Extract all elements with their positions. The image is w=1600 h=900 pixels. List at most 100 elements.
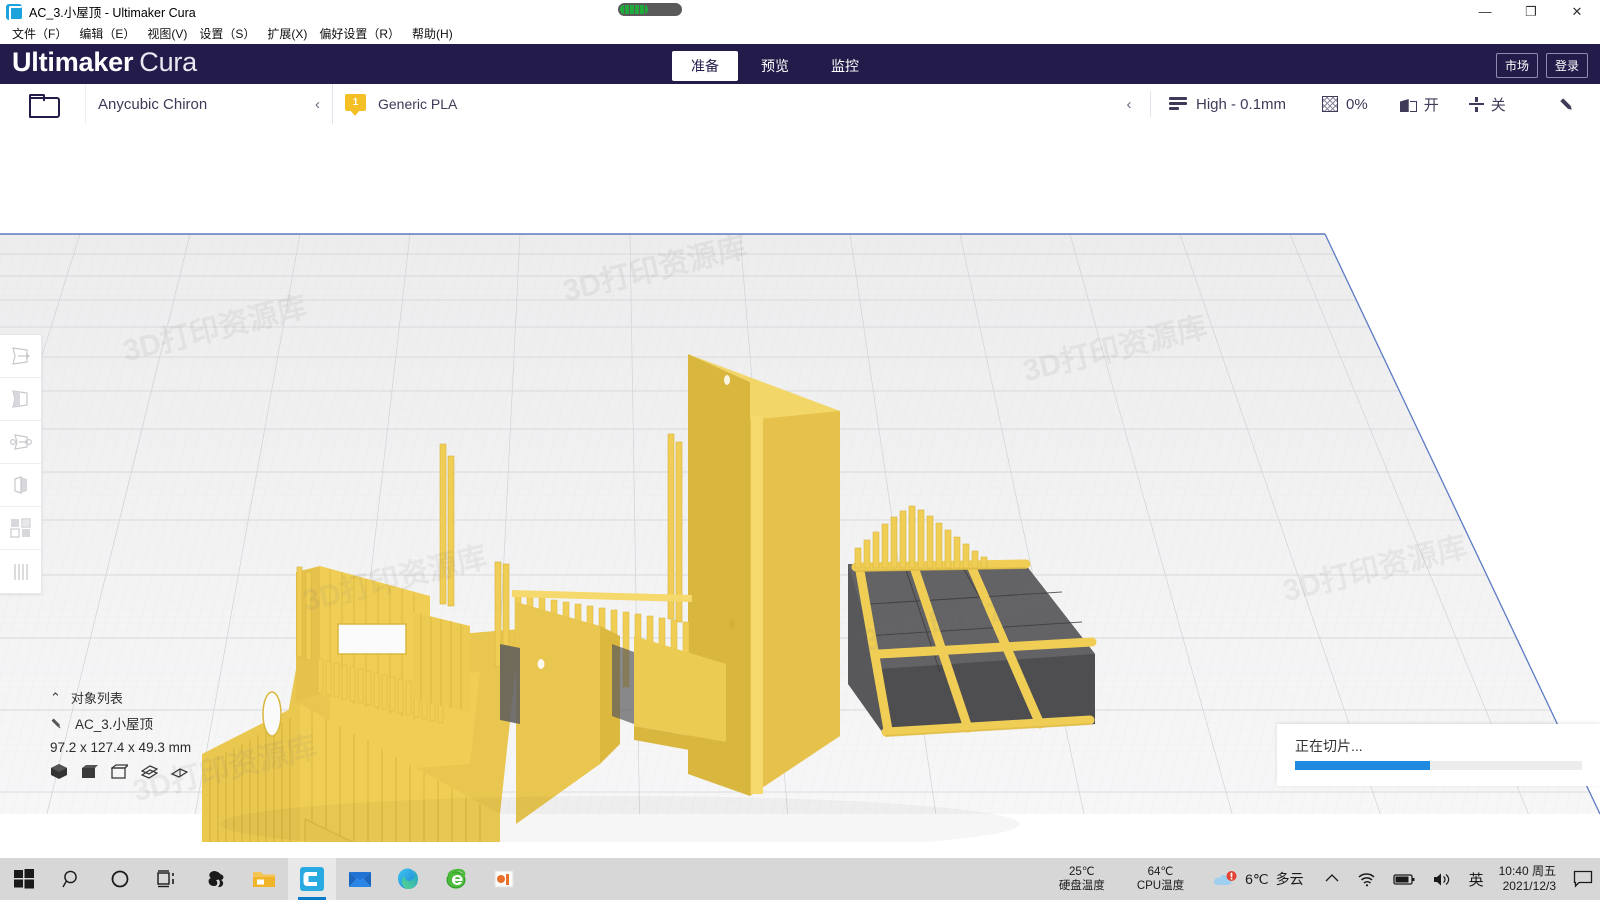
app-mail[interactable]: [336, 858, 384, 900]
menu-extensions[interactable]: 扩展(X): [261, 23, 313, 44]
disk-temp-value: 25℃: [1068, 866, 1095, 878]
layer-height-icon: [1169, 97, 1187, 111]
menu-preferences[interactable]: 偏好设置（R）: [313, 23, 406, 44]
internet-explorer-icon: [446, 868, 466, 889]
app-edge[interactable]: [384, 858, 432, 900]
app-sogou[interactable]: [192, 858, 240, 900]
flat-view-icon[interactable]: [81, 764, 98, 780]
infill-setting[interactable]: 0%: [1286, 96, 1368, 113]
support-blocker-icon: [13, 563, 28, 580]
per-model-settings-icon: [9, 518, 31, 538]
ime-indicator[interactable]: 英: [1460, 869, 1493, 890]
open-file-button[interactable]: [0, 84, 85, 124]
ime-label: 英: [1468, 871, 1484, 889]
edge-icon: [398, 868, 418, 889]
cortana-button[interactable]: [96, 858, 144, 900]
infill-value: 0%: [1346, 95, 1368, 113]
app-ie[interactable]: [432, 858, 480, 900]
support-blocker-tool[interactable]: [0, 550, 41, 593]
menu-view[interactable]: 视图(V): [141, 23, 193, 44]
menu-help[interactable]: 帮助(H): [406, 23, 459, 44]
chevron-up-icon: ⌃: [50, 689, 61, 705]
volume-button[interactable]: [1424, 872, 1460, 887]
slicing-status-text: 正在切片...: [1295, 738, 1363, 754]
marketplace-button[interactable]: 市场: [1495, 53, 1538, 78]
object-list-title: 对象列表: [70, 691, 123, 706]
print-settings-bar: ‹ High - 0.1mm 0% 开 关: [1108, 84, 1600, 124]
clock[interactable]: 10:40 周五 2021/12/3: [1493, 864, 1566, 894]
object-list-header[interactable]: ⌃ 对象列表: [50, 688, 310, 707]
support-value: 开: [1423, 96, 1439, 114]
scale-tool-icon: [11, 390, 28, 408]
custom-settings-button[interactable]: [1558, 96, 1600, 112]
mirror-tool[interactable]: [0, 464, 41, 507]
object-list-item[interactable]: AC_3.小屋顶: [50, 713, 310, 733]
layer-view-icon[interactable]: [141, 764, 158, 780]
object-name: AC_3.小屋顶: [75, 717, 154, 732]
printer-selector[interactable]: Anycubic Chiron ‹: [85, 84, 332, 124]
window-controls: — ❐ ✕: [1462, 0, 1600, 23]
rotate-tool[interactable]: [0, 421, 41, 464]
tool-panel: [0, 334, 42, 594]
file-explorer-icon: [253, 872, 275, 887]
compare-view-icon[interactable]: [171, 764, 188, 780]
clock-date: 2021/12/3: [1502, 879, 1556, 893]
adhesion-value: 关: [1490, 96, 1506, 114]
material-selector[interactable]: 1 Generic PLA: [332, 84, 1122, 124]
menu-edit[interactable]: 编辑（E）: [73, 23, 141, 44]
solid-view-icon[interactable]: [50, 763, 68, 780]
slicing-progress-fill: [1295, 761, 1430, 770]
clock-time: 10:40 周五: [1498, 864, 1556, 878]
maximize-button[interactable]: ❐: [1508, 0, 1554, 23]
per-model-settings-tool[interactable]: [0, 507, 41, 550]
app-powerpoint[interactable]: [480, 858, 528, 900]
app-file-explorer[interactable]: [240, 858, 288, 900]
show-hidden-icons-button[interactable]: [1316, 873, 1348, 885]
folder-open-icon: [28, 93, 60, 118]
object-dimensions: 97.2 x 127.4 x 49.3 mm: [50, 740, 192, 755]
account-area: 市场 登录: [1495, 53, 1588, 78]
window-title: AC_3.小屋顶 - Ultimaker Cura: [29, 6, 196, 20]
tab-preview[interactable]: 预览: [742, 51, 808, 81]
quality-setting[interactable]: High - 0.1mm: [1151, 96, 1286, 113]
menu-settings[interactable]: 设置（S）: [193, 23, 261, 44]
slicing-progress-panel: 正在切片...: [1277, 724, 1600, 786]
start-button[interactable]: [0, 858, 48, 900]
weather-description: 多云: [1275, 871, 1304, 887]
xray-view-icon[interactable]: [111, 764, 128, 780]
slicing-progress-track: [1295, 761, 1582, 770]
view-mode-icons: [50, 763, 310, 780]
menu-file[interactable]: 文件（F）: [6, 23, 73, 44]
infill-icon: [1322, 96, 1339, 112]
network-button[interactable]: [1348, 872, 1384, 887]
cpu-temp-label: CPU温度: [1136, 880, 1185, 892]
support-setting[interactable]: 开: [1368, 94, 1439, 115]
notifications-button[interactable]: [1566, 870, 1600, 888]
signin-button[interactable]: 登录: [1545, 53, 1588, 78]
app-logo: Ultimaker Cura: [12, 47, 197, 78]
search-icon: [62, 870, 77, 888]
battery-button[interactable]: [1384, 873, 1424, 886]
minimize-button[interactable]: —: [1462, 0, 1508, 23]
move-tool[interactable]: [0, 335, 41, 378]
support-icon: [1400, 96, 1417, 112]
task-view-button[interactable]: [144, 858, 192, 900]
weather-widget[interactable]: 6℃ 多云: [1200, 869, 1316, 889]
cpu-temperature[interactable]: 64℃ CPU温度: [1121, 865, 1200, 893]
3d-viewport[interactable]: 3D打印资源库 3D打印资源库 3D打印资源库 3D打印资源库 3D打印资源库 …: [0, 124, 1600, 842]
wifi-icon: [1358, 872, 1375, 886]
adhesion-setting[interactable]: 关: [1439, 94, 1506, 115]
disk-temperature[interactable]: 25℃ 硬盘温度: [1043, 865, 1121, 893]
scale-tool[interactable]: [0, 378, 41, 421]
mail-icon: [349, 871, 371, 887]
system-tray: 25℃ 硬盘温度 64℃ CPU温度 6℃ 多云 英 10:40 周五 2021…: [1043, 858, 1600, 900]
cura-icon: [6, 3, 23, 21]
search-button[interactable]: [48, 858, 96, 900]
app-cura[interactable]: [288, 858, 336, 900]
chevron-left-icon-settings[interactable]: ‹: [1108, 96, 1150, 113]
tab-prepare[interactable]: 准备: [672, 51, 738, 81]
pencil-icon: [47, 714, 65, 732]
adhesion-icon: [1468, 96, 1484, 112]
tab-monitor[interactable]: 监控: [812, 51, 878, 81]
close-button[interactable]: ✕: [1554, 0, 1600, 23]
